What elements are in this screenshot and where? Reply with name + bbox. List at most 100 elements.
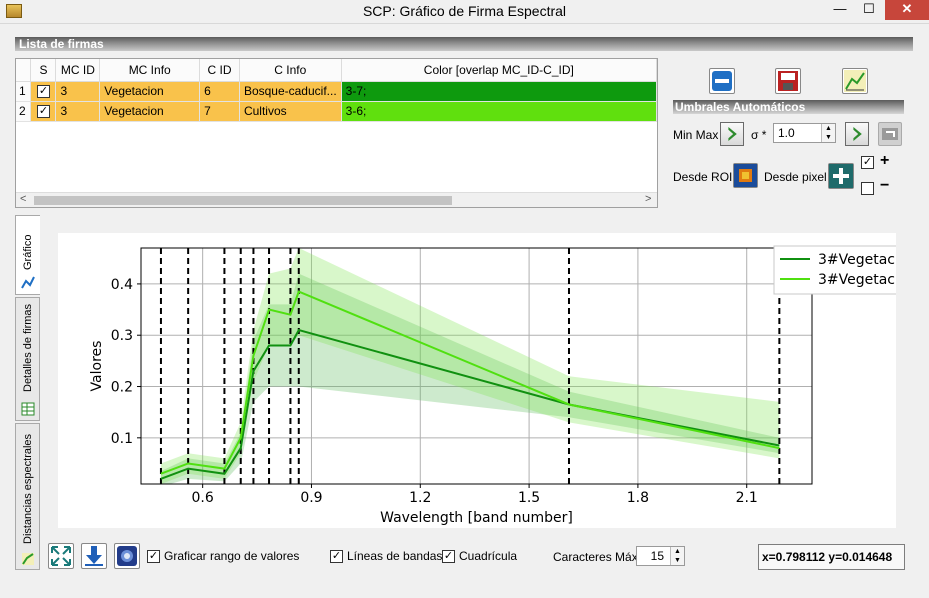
crosshair-plus-icon bbox=[829, 164, 853, 188]
image-icon bbox=[117, 546, 137, 566]
corner-header bbox=[16, 59, 32, 82]
x-tick-label: 0.6 bbox=[192, 490, 214, 506]
y-tick-label: 0.3 bbox=[111, 328, 133, 344]
download-arrow-icon bbox=[85, 546, 103, 566]
add-pixel-checkbox[interactable]: ✓ bbox=[861, 156, 874, 169]
remove-signature-button[interactable] bbox=[709, 68, 735, 94]
save-icon bbox=[778, 71, 798, 91]
import-button[interactable] bbox=[81, 543, 107, 569]
tab-label[interactable]: Detalles de firmas bbox=[22, 304, 34, 392]
roi-icon bbox=[734, 164, 757, 187]
cursor-coordinates: x=0.798112 y=0.014648 bbox=[758, 544, 905, 570]
minus-icon bbox=[712, 71, 732, 91]
table-header-row: S MC ID MC Info C ID C Info Color [overl… bbox=[16, 59, 657, 82]
fit-to-data-button[interactable] bbox=[48, 543, 74, 569]
title-bar: SCP: Gráfico de Firma Espectral — ☐ ✕ bbox=[0, 0, 929, 24]
column-header[interactable]: Color [overlap MC_ID-C_ID] bbox=[341, 59, 657, 82]
color-cell[interactable]: 3-6; bbox=[341, 101, 657, 122]
x-tick-label: 1.8 bbox=[627, 490, 649, 506]
tab-detalles-firmas[interactable]: Detalles de firmas bbox=[15, 297, 40, 421]
thresholds-header: Umbrales Automáticos bbox=[673, 100, 904, 114]
minimize-button[interactable]: — bbox=[826, 0, 854, 20]
y-axis-label: Valores bbox=[89, 341, 105, 392]
reset-thresholds-button[interactable] bbox=[878, 122, 902, 146]
column-header[interactable]: MC Info bbox=[99, 59, 201, 82]
band-lines-label: Líneas de bandas bbox=[347, 549, 443, 563]
max-chars-value[interactable]: 15 bbox=[651, 549, 664, 563]
x-tick-label: 1.2 bbox=[409, 490, 431, 506]
color-cell[interactable]: 3-7; bbox=[341, 81, 657, 102]
scroll-left-icon[interactable]: < bbox=[20, 193, 26, 205]
signature-list-header: Lista de firmas bbox=[15, 37, 913, 51]
mc-id-cell[interactable]: 3 bbox=[55, 101, 101, 122]
side-tabs: Gráfico Detalles de firmas Distancias es… bbox=[15, 215, 40, 570]
scroll-right-icon[interactable]: > bbox=[645, 193, 651, 205]
undo-icon bbox=[882, 128, 898, 140]
grid-label: Cuadrícula bbox=[459, 549, 518, 563]
table-row[interactable]: 1 ✓ 3 Vegetacion 6 Bosque-caducif... 3-7… bbox=[16, 81, 657, 102]
save-plot-button[interactable] bbox=[114, 543, 140, 569]
signature-table: S MC ID MC Info C ID C Info Color [overl… bbox=[15, 58, 658, 208]
mc-info-cell[interactable]: Vegetacion bbox=[99, 81, 201, 102]
chart-svg[interactable]: 0.6 0.9 1.2 1.5 1.8 2.1 0.1 0.2 0.3 0.4 Wavelength… bbox=[58, 233, 915, 528]
window-title: SCP: Gráfico de Firma Espectral bbox=[362, 3, 567, 19]
maximize-button[interactable]: ☐ bbox=[855, 0, 883, 20]
sigma-value[interactable]: 1.0 bbox=[778, 126, 795, 140]
minus-label: − bbox=[880, 177, 890, 194]
grid-checkbox[interactable]: ✓ bbox=[442, 549, 455, 563]
y-tick-label: 0.2 bbox=[111, 380, 133, 396]
band-lines-checkbox[interactable]: ✓ bbox=[330, 549, 343, 563]
row-checkbox[interactable]: ✓ bbox=[36, 105, 50, 119]
row-checkbox-cell[interactable]: ✓ bbox=[30, 101, 57, 122]
horizontal-scrollbar[interactable]: < > bbox=[16, 192, 657, 207]
row-checkbox-cell[interactable]: ✓ bbox=[30, 81, 57, 102]
expand-icon bbox=[51, 546, 71, 566]
export-signature-button[interactable] bbox=[775, 68, 801, 94]
tab-distancias-espectrales[interactable]: Distancias espectrales bbox=[15, 423, 40, 570]
mc-info-cell[interactable]: Vegetacion bbox=[99, 101, 201, 122]
y-tick-label: 0.4 bbox=[111, 277, 133, 293]
min-max-run-button[interactable] bbox=[720, 122, 744, 146]
sigma-spinbox[interactable]: 1.0 ▲ ▼ bbox=[773, 123, 836, 143]
remove-pixel-checkbox[interactable] bbox=[861, 182, 874, 195]
from-roi-label: Desde ROI bbox=[673, 170, 733, 184]
row-checkbox[interactable]: ✓ bbox=[36, 85, 50, 99]
plot-range-option[interactable]: ✓ Graficar rango de valores bbox=[147, 549, 299, 563]
spectral-plot[interactable]: 0.6 0.9 1.2 1.5 1.8 2.1 0.1 0.2 0.3 0.4 Wavelength… bbox=[58, 233, 915, 528]
spin-arrows-icon[interactable]: ▲ ▼ bbox=[821, 124, 835, 142]
grid-option[interactable]: ✓ Cuadrícula bbox=[442, 549, 517, 563]
c-id-cell[interactable]: 7 bbox=[199, 101, 240, 122]
tab-label[interactable]: Gráfico bbox=[22, 235, 34, 270]
column-header[interactable]: C ID bbox=[199, 59, 240, 82]
spin-arrows-icon[interactable]: ▲ ▼ bbox=[670, 547, 684, 565]
mc-id-cell[interactable]: 3 bbox=[55, 81, 101, 102]
scroll-thumb[interactable] bbox=[34, 196, 452, 205]
legend-entry: 3#Vegetac bbox=[818, 252, 895, 268]
from-pixel-label: Desde pixel bbox=[764, 170, 827, 184]
max-chars-spinbox[interactable]: 15 ▲ ▼ bbox=[636, 546, 685, 566]
plot-range-checkbox[interactable]: ✓ bbox=[147, 549, 160, 563]
tab-label[interactable]: Distancias espectrales bbox=[22, 434, 34, 544]
row-number: 1 bbox=[16, 81, 32, 102]
band-lines-option[interactable]: ✓ Líneas de bandas bbox=[330, 549, 442, 563]
column-header[interactable]: S bbox=[30, 59, 57, 82]
column-header[interactable]: C Info bbox=[239, 59, 342, 82]
add-to-spectral-library-button[interactable] bbox=[842, 68, 868, 94]
table-row[interactable]: 2 ✓ 3 Vegetacion 7 Cultivos 3-6; bbox=[16, 101, 657, 122]
c-info-cell[interactable]: Bosque-caducif... bbox=[239, 81, 342, 102]
distance-tab-icon bbox=[22, 553, 34, 565]
x-tick-label: 2.1 bbox=[736, 490, 758, 506]
c-info-cell[interactable]: Cultivos bbox=[239, 101, 342, 122]
x-tick-label: 0.9 bbox=[300, 490, 322, 506]
close-button[interactable]: ✕ bbox=[885, 0, 929, 20]
y-tick-label: 0.1 bbox=[111, 431, 133, 447]
sigma-run-button[interactable] bbox=[845, 122, 869, 146]
plot-range-label: Graficar rango de valores bbox=[164, 549, 300, 563]
from-pixel-button[interactable] bbox=[828, 163, 854, 189]
tab-grafico[interactable]: Gráfico bbox=[15, 215, 40, 295]
row-number: 2 bbox=[16, 101, 32, 122]
table-tab-icon bbox=[21, 402, 35, 416]
column-header[interactable]: MC ID bbox=[55, 59, 101, 82]
c-id-cell[interactable]: 6 bbox=[199, 81, 240, 102]
from-roi-button[interactable] bbox=[733, 163, 758, 188]
